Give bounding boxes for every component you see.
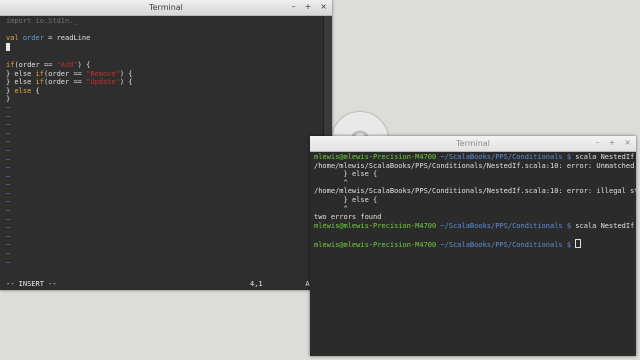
vim-statusline: -- INSERT --4,1All — [6, 280, 318, 288]
terminal-cursor — [575, 238, 582, 248]
blank-output-line — [314, 230, 636, 239]
tilde-marker: ~ — [6, 258, 11, 267]
code-line-1: import io.StdIn._ — [6, 17, 78, 25]
code-line-3: val order = readLine — [6, 34, 91, 43]
code-line-6: if(order == "Add") { — [6, 60, 91, 69]
shell-window-title: Terminal — [456, 139, 490, 148]
code-line-4 — [6, 42, 324, 53]
code-line-10: } — [6, 95, 11, 104]
tilde-marker: ~ — [6, 224, 11, 233]
tilde-marker: ~ — [6, 121, 11, 130]
error-line-2: /home/mlewis/ScalaBooks/PPS/Conditionals… — [314, 187, 636, 196]
maximize-icon[interactable]: + — [609, 138, 616, 147]
shell-titlebar[interactable]: Terminal – + × — [310, 136, 636, 152]
tilde-marker: ~ — [6, 112, 11, 121]
tilde-marker: ~ — [6, 164, 11, 173]
text-cursor — [6, 42, 10, 51]
tilde-marker: ~ — [6, 207, 11, 216]
error-summary: two errors found — [314, 213, 382, 222]
error-caret-1: ^ — [343, 178, 348, 187]
cursor-position: 4,1 — [250, 280, 263, 288]
close-icon[interactable]: × — [624, 138, 631, 147]
code-line-8: } else if(order == "Update") { — [6, 78, 133, 87]
prompt-line-1: mlewis@mlewis-Precision-M4700 ~/ScalaBoo… — [314, 153, 636, 161]
code-line-9: } else { — [6, 86, 40, 95]
error-source-1: } else { — [343, 170, 378, 179]
code-line-7: } else if(order == "Remove") { — [6, 69, 133, 78]
shell-terminal-window[interactable]: Terminal – + × mlewis@mlewis-Precision-M… — [310, 136, 636, 356]
empty-line-markers: ~ ~ ~ ~ ~ ~ ~ ~ ~ ~ ~ ~ ~ ~ ~ ~ ~ ~ ~ — [6, 104, 324, 267]
prompt-line-3: mlewis@mlewis-Precision-M4700 ~/ScalaBoo… — [314, 238, 636, 250]
tilde-marker: ~ — [6, 189, 11, 198]
shell-output[interactable]: mlewis@mlewis-Precision-M4700 ~/ScalaBoo… — [310, 152, 636, 356]
vim-window-title: Terminal — [149, 3, 183, 12]
vim-terminal-window[interactable]: Terminal – + × import io.StdIn._ val ord… — [0, 0, 332, 290]
tilde-marker: ~ — [6, 181, 11, 190]
prompt-line-2: mlewis@mlewis-Precision-M4700 ~/ScalaBoo… — [314, 221, 636, 230]
minimize-icon[interactable]: – — [596, 138, 600, 147]
close-icon[interactable]: × — [320, 2, 327, 11]
tilde-marker: ~ — [6, 232, 11, 241]
tilde-marker: ~ — [6, 103, 11, 112]
tilde-marker: ~ — [6, 172, 11, 181]
error-source-2: } else { — [343, 195, 378, 204]
maximize-icon[interactable]: + — [305, 2, 312, 11]
vim-mode: -- INSERT -- — [6, 280, 57, 288]
error-caret-2: ^ — [343, 204, 348, 213]
tilde-marker: ~ — [6, 241, 11, 250]
vim-editor[interactable]: import io.StdIn._ val order = readLine i… — [0, 16, 324, 290]
tilde-marker: ~ — [6, 129, 11, 138]
minimize-icon[interactable]: – — [292, 2, 296, 11]
tilde-marker: ~ — [6, 215, 11, 224]
vim-titlebar[interactable]: Terminal – + × — [0, 0, 332, 16]
tilde-marker: ~ — [6, 155, 11, 164]
tilde-marker: ~ — [6, 146, 11, 155]
tilde-marker: ~ — [6, 138, 11, 147]
tilde-marker: ~ — [6, 250, 11, 259]
tilde-marker: ~ — [6, 198, 11, 207]
error-line-1: /home/mlewis/ScalaBooks/PPS/Conditionals… — [314, 161, 635, 170]
